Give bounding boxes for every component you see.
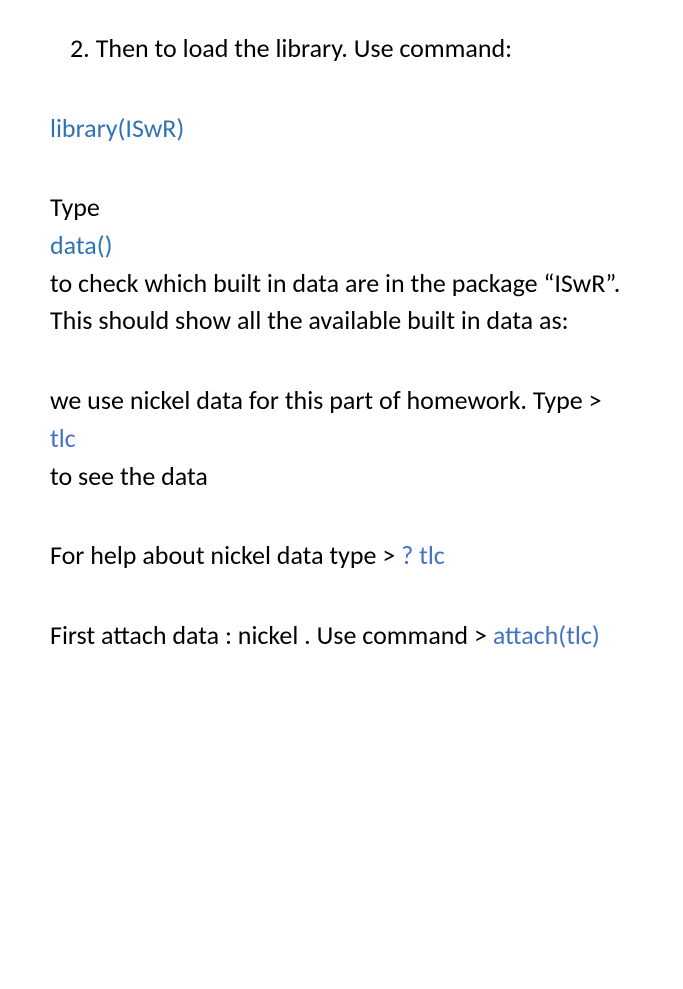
use-nickel-prefix: we use nickel data for this part of home…: [50, 384, 602, 416]
help-line: For help about nickel data type > ? tlc: [50, 537, 633, 575]
code-library-iswr: library(ISwR): [50, 112, 184, 144]
type-label: Type: [50, 189, 633, 227]
list-number: 2.: [70, 30, 90, 68]
code-data-call: data(): [50, 227, 633, 265]
check-builtin-text: to check which built in data are in the …: [50, 265, 633, 303]
use-nickel-line: we use nickel data for this part of home…: [50, 382, 633, 457]
attach-prefix: First attach data : nickel . Use command…: [50, 619, 493, 651]
attach-line: First attach data : nickel . Use command…: [50, 617, 633, 655]
help-prefix: For help about nickel data type >: [50, 539, 401, 571]
list-text: Then to load the library. Use command:: [96, 30, 512, 68]
show-available-text: This should show all the available built…: [50, 302, 633, 340]
code-attach-tlc: attach(tlc): [493, 619, 600, 651]
code-help-tlc: ? tlc: [401, 539, 445, 571]
to-see-data-text: to see the data: [50, 458, 633, 496]
ordered-list-item: 2. Then to load the library. Use command…: [50, 30, 633, 68]
code-tlc: tlc: [50, 422, 76, 454]
